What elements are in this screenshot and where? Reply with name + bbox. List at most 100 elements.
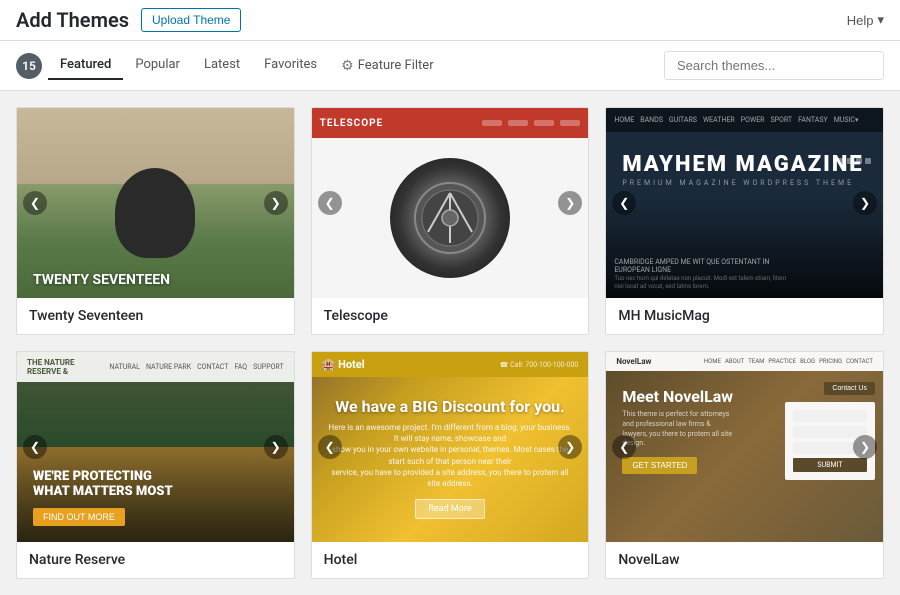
chevron-right-icon: ❯ bbox=[565, 440, 575, 454]
chevron-left-icon: ❮ bbox=[30, 196, 40, 210]
novellaw-header: NovelLaw HOMEABOUTTEAMPRACTICEBLOGPRICIN… bbox=[606, 352, 883, 371]
theme-card-hotel[interactable]: 🏨 Hotel ☎ Call: 700-100-100-000 We have … bbox=[311, 351, 590, 579]
telescope-body bbox=[312, 138, 589, 298]
chevron-down-icon: ▾ bbox=[877, 12, 884, 28]
tab-favorites[interactable]: Favorites bbox=[252, 51, 329, 80]
hotel-sub-text: Here is an awesome project. I'm differen… bbox=[328, 422, 573, 489]
telescope-logo: TELESCOPE bbox=[320, 118, 384, 129]
theme-grid: ❮ ❯ Twenty Seventeen TELESCOPE bbox=[0, 91, 900, 595]
gear-icon: ⚙ bbox=[341, 58, 354, 74]
theme-prev-arrow[interactable]: ❮ bbox=[23, 435, 47, 459]
theme-info: Telescope bbox=[312, 298, 589, 334]
novellaw-contact-button[interactable]: Contact Us bbox=[824, 382, 875, 395]
theme-count-badge: 15 bbox=[16, 53, 42, 79]
theme-preview-twenty-seventeen: ❮ ❯ bbox=[17, 108, 294, 298]
filter-tabs: Featured Popular Latest Favorites ⚙ Feat… bbox=[48, 51, 446, 80]
theme-info: Twenty Seventeen bbox=[17, 298, 294, 334]
theme-prev-arrow[interactable]: ❮ bbox=[318, 191, 342, 215]
mh-subtitle: PREMIUM MAGAZINE WORDPRESS THEME bbox=[622, 179, 867, 187]
theme-info: Hotel bbox=[312, 542, 589, 578]
filter-left: 15 Featured Popular Latest Favorites ⚙ F… bbox=[16, 51, 446, 80]
theme-next-arrow[interactable]: ❯ bbox=[853, 435, 877, 459]
mh-header-bar: HOMEBANDSGUITARSWEATHERPOWERSPORTFANTASY… bbox=[606, 108, 883, 132]
chevron-right-icon: ❯ bbox=[860, 440, 870, 454]
chevron-right-icon: ❯ bbox=[271, 440, 281, 454]
chevron-left-icon: ❮ bbox=[619, 440, 629, 454]
theme-card-telescope[interactable]: TELESCOPE bbox=[311, 107, 590, 335]
chevron-right-icon: ❯ bbox=[565, 196, 575, 210]
theme-name: Nature Reserve bbox=[29, 552, 282, 568]
theme-prev-arrow[interactable]: ❮ bbox=[23, 191, 47, 215]
hotel-contact: ☎ Call: 700-100-100-000 bbox=[500, 361, 579, 369]
theme-name: Twenty Seventeen bbox=[29, 308, 282, 324]
theme-name: MH MusicMag bbox=[618, 308, 871, 324]
nature-title: WE'RE PROTECTINGWHAT MATTERS MOST bbox=[33, 469, 278, 500]
novellaw-form-field-1 bbox=[793, 410, 867, 422]
theme-next-arrow[interactable]: ❯ bbox=[264, 191, 288, 215]
novellaw-nav: HOMEABOUTTEAMPRACTICEBLOGPRICINGCONTACT bbox=[704, 358, 873, 365]
nature-header: THE NATURERESERVE & NATURALNATURE PARKCO… bbox=[17, 352, 294, 382]
chevron-left-icon: ❮ bbox=[619, 196, 629, 210]
chevron-right-icon: ❯ bbox=[271, 196, 281, 210]
novellaw-form-field-2 bbox=[793, 426, 867, 438]
theme-name: Hotel bbox=[324, 552, 577, 568]
hotel-cta-button[interactable]: Read More bbox=[415, 499, 484, 519]
page-header: Add Themes Upload Theme Help ▾ bbox=[0, 0, 900, 41]
theme-card-novellaw[interactable]: NovelLaw HOMEABOUTTEAMPRACTICEBLOGPRICIN… bbox=[605, 351, 884, 579]
hotel-header: 🏨 Hotel ☎ Call: 700-100-100-000 bbox=[312, 352, 589, 377]
theme-preview-mh-musicmag: HOMEBANDSGUITARSWEATHERPOWERSPORTFANTASY… bbox=[606, 108, 883, 298]
theme-prev-arrow[interactable]: ❮ bbox=[612, 435, 636, 459]
theme-next-arrow[interactable]: ❯ bbox=[853, 191, 877, 215]
theme-preview-novellaw: NovelLaw HOMEABOUTTEAMPRACTICEBLOGPRICIN… bbox=[606, 352, 883, 542]
mh-title: MAYHEM MAGAZINE bbox=[622, 152, 867, 177]
theme-preview-telescope: TELESCOPE bbox=[312, 108, 589, 298]
theme-card-mh-musicmag[interactable]: HOMEBANDSGUITARSWEATHERPOWERSPORTFANTASY… bbox=[605, 107, 884, 335]
theme-preview-nature-reserve: THE NATURERESERVE & NATURALNATURE PARKCO… bbox=[17, 352, 294, 542]
novellaw-cta-button[interactable]: GET STARTED bbox=[622, 457, 697, 474]
hotel-big-text: We have a BIG Discount for you. bbox=[328, 397, 573, 416]
tab-featured[interactable]: Featured bbox=[48, 51, 123, 80]
theme-next-arrow[interactable]: ❯ bbox=[558, 191, 582, 215]
help-button[interactable]: Help ▾ bbox=[847, 12, 884, 28]
header-left: Add Themes Upload Theme bbox=[16, 8, 241, 32]
chevron-right-icon: ❯ bbox=[860, 196, 870, 210]
theme-info: MH MusicMag bbox=[606, 298, 883, 334]
page-title: Add Themes bbox=[16, 8, 129, 32]
mh-hero: MAYHEM MAGAZINE PREMIUM MAGAZINE WORDPRE… bbox=[606, 132, 883, 207]
telescope-header: TELESCOPE bbox=[312, 108, 589, 138]
novellaw-submit-label: SUBMIT bbox=[793, 458, 867, 472]
theme-prev-arrow[interactable]: ❮ bbox=[612, 191, 636, 215]
novellaw-logo: NovelLaw bbox=[616, 357, 651, 366]
nature-nav: NATURALNATURE PARKCONTACTFAQSUPPORT bbox=[109, 363, 283, 371]
theme-preview-hotel: 🏨 Hotel ☎ Call: 700-100-100-000 We have … bbox=[312, 352, 589, 542]
feature-filter-button[interactable]: ⚙ Feature Filter bbox=[329, 52, 445, 80]
chevron-left-icon: ❮ bbox=[325, 196, 335, 210]
theme-card-twenty-seventeen[interactable]: ❮ ❯ Twenty Seventeen bbox=[16, 107, 295, 335]
help-label: Help bbox=[847, 13, 874, 28]
mh-featured-image: CAMBRIDGE AMPED ME WIT QUE OSTENTANT IN … bbox=[606, 198, 883, 298]
chevron-left-icon: ❮ bbox=[325, 440, 335, 454]
theme-name: Telescope bbox=[324, 308, 577, 324]
tab-popular[interactable]: Popular bbox=[123, 51, 192, 80]
feature-filter-label: Feature Filter bbox=[358, 58, 434, 73]
filter-bar: 15 Featured Popular Latest Favorites ⚙ F… bbox=[0, 41, 900, 91]
upload-theme-button[interactable]: Upload Theme bbox=[141, 8, 242, 32]
theme-name: NovelLaw bbox=[618, 552, 871, 568]
hotel-logo: 🏨 Hotel bbox=[322, 358, 365, 371]
telescope-nav bbox=[482, 120, 580, 126]
chevron-left-icon: ❮ bbox=[30, 440, 40, 454]
theme-info: Nature Reserve bbox=[17, 542, 294, 578]
theme-info: NovelLaw bbox=[606, 542, 883, 578]
nature-logo: THE NATURERESERVE & bbox=[27, 358, 75, 376]
mh-nav-items: HOMEBANDSGUITARSWEATHERPOWERSPORTFANTASY… bbox=[614, 116, 858, 124]
mh-caption: CAMBRIDGE AMPED ME WIT QUE OSTENTANT IN … bbox=[614, 258, 796, 290]
hotel-body: We have a BIG Discount for you. Here is … bbox=[312, 377, 589, 539]
theme-next-arrow[interactable]: ❯ bbox=[264, 435, 288, 459]
mh-dots bbox=[838, 158, 871, 164]
telescope-car-image bbox=[390, 158, 510, 278]
theme-prev-arrow[interactable]: ❮ bbox=[318, 435, 342, 459]
theme-card-nature-reserve[interactable]: THE NATURERESERVE & NATURALNATURE PARKCO… bbox=[16, 351, 295, 579]
tab-latest[interactable]: Latest bbox=[192, 51, 252, 80]
search-input[interactable] bbox=[664, 51, 884, 80]
theme-next-arrow[interactable]: ❯ bbox=[558, 435, 582, 459]
